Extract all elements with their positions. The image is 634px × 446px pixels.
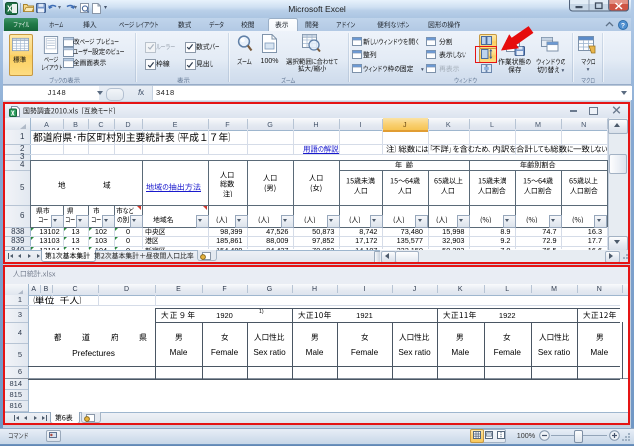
svg-text:?: ? [621, 22, 625, 29]
